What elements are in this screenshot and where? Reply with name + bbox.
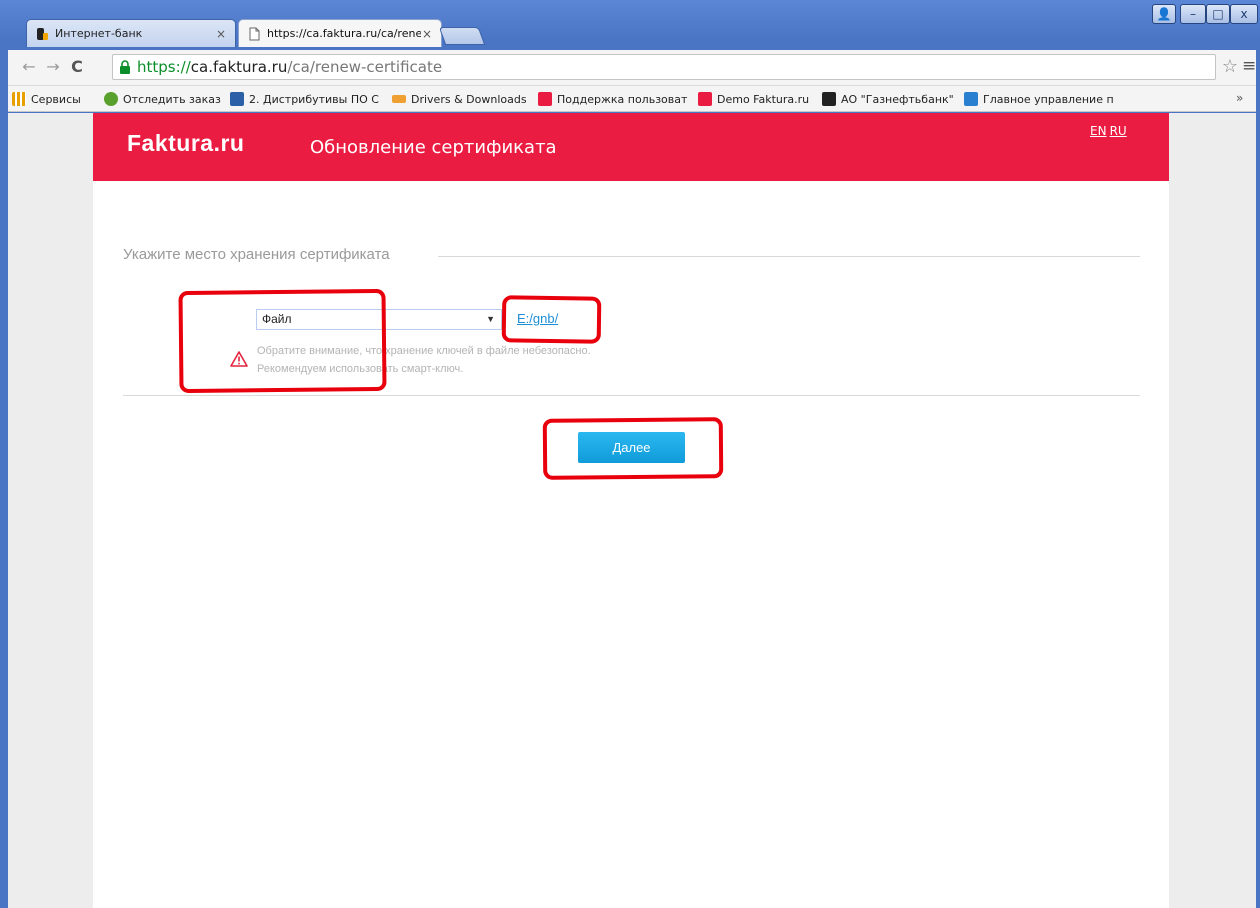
page-favicon-icon (249, 27, 260, 40)
bookmark-label: Drivers & Downloads (411, 92, 527, 106)
page-title: Обновление сертификата (310, 137, 557, 158)
chevron-down-icon: ▼ (486, 314, 495, 324)
bookmark-label: Demo Faktura.ru (717, 92, 810, 106)
bookmark-label: Поддержка пользоват (557, 92, 688, 106)
minimize-button[interactable]: – (1180, 4, 1206, 24)
tools-icon (230, 92, 244, 106)
emblem-icon (964, 92, 978, 106)
faktura-logo: Faktura.ru (127, 130, 245, 156)
bank-favicon-icon (37, 27, 48, 40)
bookmark-main-directorate[interactable]: Главное управление п (964, 90, 1118, 108)
tab-close-icon[interactable]: × (215, 27, 227, 41)
bookmark-services[interactable]: Сервисы (12, 90, 81, 108)
bookmarks-overflow-icon[interactable]: » (1236, 91, 1243, 105)
page-viewport: Faktura.ru Обновление сертификата EN RU У… (8, 113, 1256, 908)
browser-toolbar: ← → C https://ca.faktura.ru/ca/renew-cer… (8, 50, 1256, 86)
url-path: /ca/renew-certificate (287, 58, 443, 76)
bookmark-distributions[interactable]: 2. Дистрибутивы ПО С (230, 90, 382, 108)
tab-close-icon[interactable]: × (421, 27, 433, 41)
bookmark-label: Главное управление п (983, 92, 1114, 106)
annotation-path-highlight (501, 295, 602, 344)
url-host: ca.faktura.ru (190, 58, 288, 76)
annotation-select-highlight (178, 288, 387, 394)
drv-icon (392, 95, 406, 103)
tab-internet-bank[interactable]: Интернет-банк × (26, 19, 236, 47)
faktura-icon (538, 92, 552, 106)
back-arrow-icon[interactable]: ← (18, 56, 40, 78)
browser-window: Интернет-банк × https://ca.faktura.ru/ca… (0, 0, 1260, 908)
bookmark-star-icon[interactable]: ☆ (1220, 56, 1240, 78)
close-window-button[interactable]: x (1230, 4, 1258, 24)
bookmark-label: 2. Дистрибутивы ПО С (249, 92, 379, 106)
tab-title: Интернет-банк (55, 27, 143, 40)
bookmark-gazneftbank[interactable]: АО "Газнефтьбанк" (822, 90, 954, 108)
bookmark-drivers[interactable]: Drivers & Downloads (392, 90, 527, 108)
bank-icon (822, 92, 836, 106)
address-bar[interactable]: https://ca.faktura.ru/ca/renew-certifica… (112, 54, 1216, 80)
content-card: Faktura.ru Обновление сертификата EN RU У… (93, 113, 1169, 908)
bookmark-label: Сервисы (31, 92, 81, 106)
apps-grid-icon (12, 92, 26, 106)
forward-arrow-icon[interactable]: → (42, 56, 64, 78)
url-scheme: https:// (137, 58, 191, 76)
title-bar: Интернет-банк × https://ca.faktura.ru/ca… (0, 0, 1260, 50)
user-profile-button[interactable]: 👤 (1152, 4, 1176, 24)
lang-en-link[interactable]: EN (1090, 124, 1107, 138)
reload-icon[interactable]: C (66, 56, 88, 78)
section-legend: Укажите место хранения сертификата (123, 246, 390, 263)
tab-renew-certificate[interactable]: https://ca.faktura.ru/ca/rene × (238, 19, 442, 47)
bookmark-label: Отследить заказ (123, 92, 221, 106)
annotation-next-highlight (542, 417, 724, 480)
page-header: Faktura.ru Обновление сертификата EN RU (93, 113, 1169, 181)
bookmarks-bar: Сервисы Отследить заказ 2. Дистрибутивы … (8, 86, 1256, 112)
tab-title: https://ca.faktura.ru/ca/rene (267, 27, 421, 40)
faktura-icon (698, 92, 712, 106)
language-switcher: EN RU (1087, 124, 1127, 138)
browser-menu-icon[interactable]: ≡ (1242, 56, 1256, 78)
form-divider (123, 395, 1140, 396)
new-tab-button[interactable] (438, 27, 486, 45)
lock-icon (120, 60, 130, 74)
bookmark-support[interactable]: Поддержка пользоват (538, 90, 694, 108)
bookmark-label: АО "Газнефтьбанк" (841, 92, 954, 106)
lang-ru-link[interactable]: RU (1110, 124, 1127, 138)
tracking-icon (104, 92, 118, 106)
bookmark-track-order[interactable]: Отследить заказ (104, 90, 221, 108)
maximize-button[interactable]: □ (1206, 4, 1230, 24)
legend-divider (438, 256, 1140, 257)
bookmark-demo-faktura[interactable]: Demo Faktura.ru (698, 90, 809, 108)
